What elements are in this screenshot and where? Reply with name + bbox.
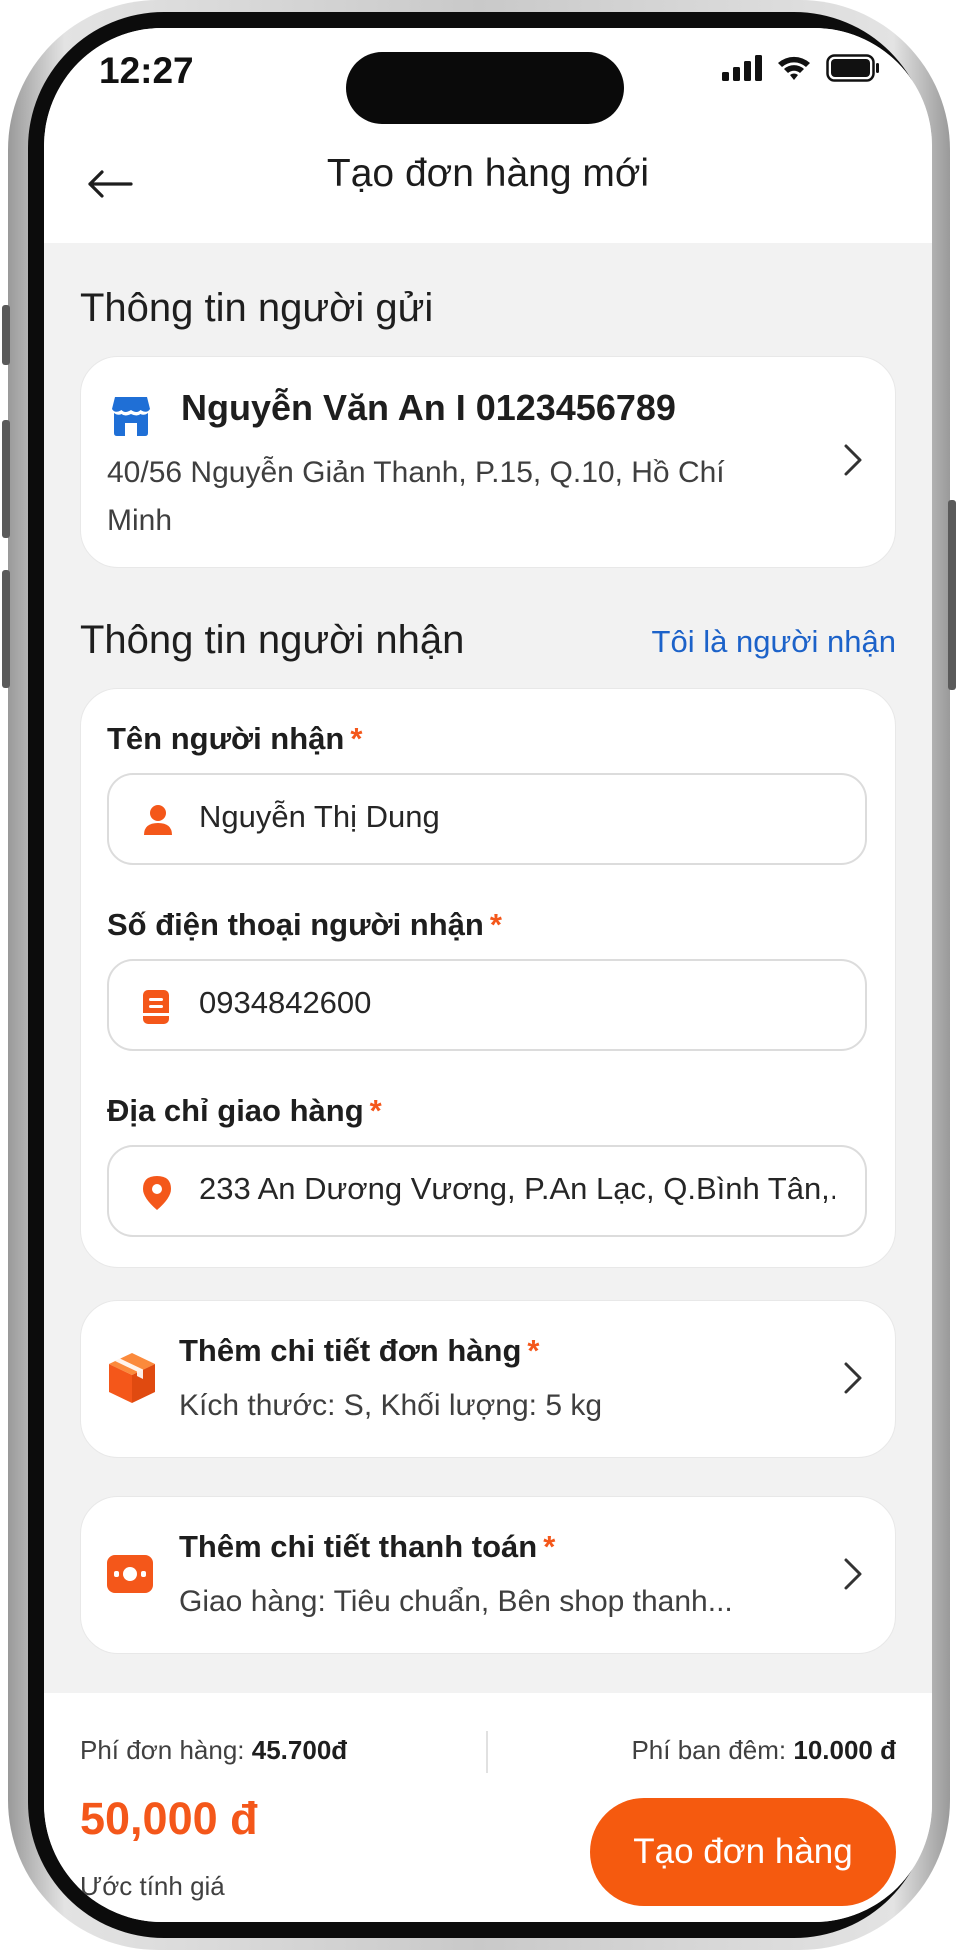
battery-icon <box>826 54 879 82</box>
order-details-title: Thêm chi tiết đơn hàng * <box>179 1333 540 1368</box>
order-details-summary: Kích thước: S, Khối lượng: 5 kg <box>179 1389 603 1422</box>
store-icon <box>111 395 151 442</box>
page-title: Tạo đơn hàng mới <box>326 152 650 195</box>
estimated-total: 50,000 đ <box>80 1793 258 1844</box>
status-icons <box>722 54 880 82</box>
night-fee: Phí ban đêm: 10.000 đ <box>631 1735 896 1765</box>
delivery-address-value: 233 An Dương Vương, P.An Lạc, Q.Bình Tân… <box>199 1171 835 1206</box>
mute-switch <box>2 305 10 365</box>
receiver-name-field[interactable]: Nguyễn Thị Dung <box>107 773 867 865</box>
receiver-name-value: Nguyễn Thị Dung <box>199 799 440 834</box>
create-order-button[interactable]: Tạo đơn hàng <box>590 1798 896 1906</box>
fee-divider <box>486 1731 488 1773</box>
order-details-card[interactable]: Thêm chi tiết đơn hàng * Kích thước: S, K… <box>80 1300 896 1458</box>
person-icon <box>143 804 173 841</box>
night-fee-value: 10.000 đ <box>793 1735 896 1765</box>
receiver-phone-field[interactable]: 0934842600 <box>107 959 867 1051</box>
chevron-right-icon <box>843 1361 863 1400</box>
phone-book-icon <box>143 990 169 1029</box>
navigation-bar: Tạo đơn hàng mới <box>44 138 932 243</box>
sender-address: 40/56 Nguyễn Giản Thanh, P.15, Q.10, Hồ … <box>107 456 725 537</box>
chevron-right-icon <box>843 443 863 482</box>
receiver-phone-value: 0934842600 <box>199 985 372 1020</box>
delivery-address-label: Địa chỉ giao hàng * <box>107 1093 382 1128</box>
power-button <box>948 500 956 690</box>
phone-frame: 12:27 Tạo đơn hàng mới Thông tin người g… <box>2 0 956 1950</box>
cellular-signal-icon <box>722 55 762 81</box>
status-time: 12:27 <box>99 50 194 91</box>
dynamic-island <box>346 52 624 124</box>
payment-details-summary: Giao hàng: Tiêu chuẩn, Bên shop thanh... <box>179 1585 733 1618</box>
wifi-icon <box>778 56 810 80</box>
package-icon <box>107 1351 157 1410</box>
receiver-card: Tên người nhận * Nguyễn Thị Dung Số điện … <box>80 688 896 1268</box>
order-fee: Phí đơn hàng: 45.700đ <box>80 1735 348 1765</box>
payment-details-title: Thêm chi tiết thanh toán * <box>179 1529 556 1564</box>
sender-name-phone: Nguyễn Văn An I 0123456789 <box>181 387 676 428</box>
location-pin-icon <box>143 1176 171 1215</box>
cash-icon <box>107 1555 153 1598</box>
receiver-name-label: Tên người nhận * <box>107 721 363 756</box>
chevron-right-icon <box>843 1557 863 1596</box>
i-am-receiver-link[interactable]: Tôi là người nhận <box>652 624 896 660</box>
estimated-total-caption: Ước tính giá <box>80 1871 225 1901</box>
volume-up-button <box>2 420 10 538</box>
required-mark: * <box>350 721 363 756</box>
required-mark: * <box>543 1529 556 1564</box>
app-screen: 12:27 Tạo đơn hàng mới Thông tin người g… <box>44 28 932 1922</box>
required-mark: * <box>489 907 502 942</box>
sender-section-title: Thông tin người gửi <box>80 286 434 330</box>
status-bar: 12:27 <box>44 28 932 138</box>
required-mark: * <box>527 1333 540 1368</box>
required-mark: * <box>369 1093 382 1128</box>
order-fee-value: 45.700đ <box>251 1735 348 1765</box>
receiver-section-title: Thông tin người nhận <box>80 618 465 662</box>
receiver-phone-label: Số điện thoại người nhận * <box>107 907 502 942</box>
volume-down-button <box>2 570 10 688</box>
delivery-address-field[interactable]: 233 An Dương Vương, P.An Lạc, Q.Bình Tân… <box>107 1145 867 1237</box>
order-footer: Phí đơn hàng: 45.700đ Phí ban đêm: 10.00… <box>44 1693 932 1922</box>
sender-card[interactable]: Nguyễn Văn An I 0123456789 40/56 Nguyễn … <box>80 356 896 568</box>
payment-details-card[interactable]: Thêm chi tiết thanh toán * Giao hàng: Tiê… <box>80 1496 896 1654</box>
